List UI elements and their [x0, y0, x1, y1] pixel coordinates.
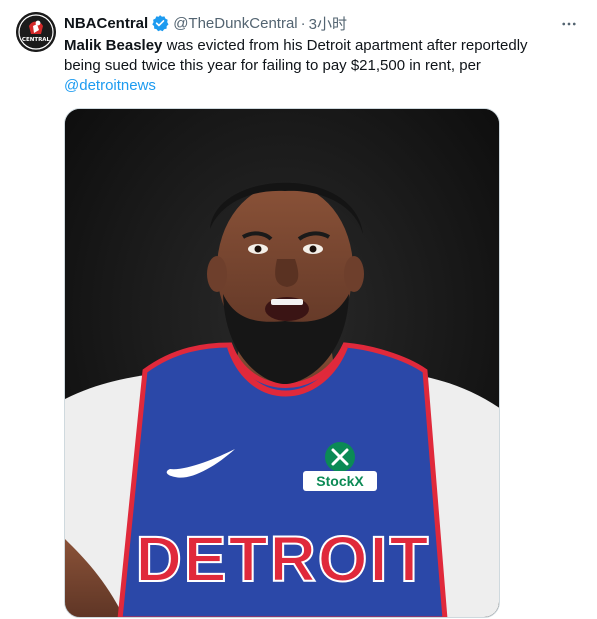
tweet-text-bold-name: Malik Beasley — [64, 37, 163, 54]
stockx-sponsor-text: StockX — [316, 473, 364, 489]
author-display-name[interactable]: NBACentral — [64, 15, 148, 32]
more-dots-icon — [562, 22, 576, 26]
verified-badge-icon[interactable] — [151, 14, 169, 32]
author-avatar[interactable]: CENTRAL — [16, 12, 56, 52]
tweet-timestamp[interactable]: 3小时 — [309, 13, 347, 34]
more-options-button[interactable] — [557, 12, 581, 36]
header-separator: · — [300, 14, 306, 32]
jersey-lettering: DETROIT — [136, 523, 431, 595]
tweet-media-photo[interactable]: StockX DETROIT — [64, 108, 500, 618]
tweet-text: Malik Beasley was evicted from his Detro… — [64, 36, 564, 96]
tweet-card[interactable]: CENTRAL NBACentral @TheDunkCentral · 3小时… — [0, 0, 597, 619]
avatar-logo-text: CENTRAL — [22, 37, 51, 43]
mention-link[interactable]: @detroitnews — [64, 77, 156, 94]
author-handle[interactable]: @TheDunkCentral — [173, 15, 297, 32]
tweet-header: NBACentral @TheDunkCentral · 3小时 — [64, 12, 557, 34]
